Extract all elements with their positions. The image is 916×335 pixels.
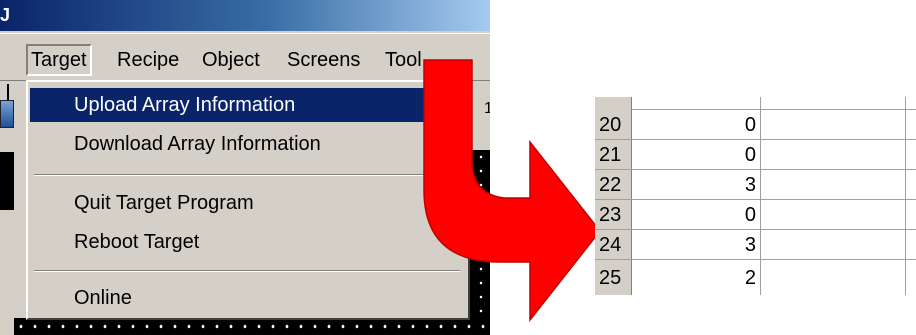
value-cell[interactable]: 3 — [633, 170, 761, 199]
menu-separator — [34, 174, 460, 176]
value-cell[interactable]: 2 — [633, 260, 761, 295]
empty-cell[interactable] — [761, 230, 906, 259]
grid-line — [905, 97, 906, 110]
row-number: 23 — [595, 200, 632, 229]
table-row: 22 3 — [595, 170, 916, 200]
toolbar-button-icon[interactable] — [0, 100, 14, 128]
screen-editor-canvas-bottom[interactable] — [14, 318, 490, 335]
row-number: 20 — [595, 110, 632, 139]
table-row: 20 0 — [595, 110, 916, 140]
grid-top-border — [595, 97, 916, 110]
value-cell[interactable]: 3 — [633, 230, 761, 259]
table-row: 25 2 — [595, 260, 916, 295]
row-header-partial — [595, 97, 632, 110]
array-spreadsheet: 20 0 21 0 22 3 23 0 24 3 25 2 — [595, 97, 916, 295]
menu-tools[interactable]: Tool — [382, 46, 425, 74]
menu-item-quit-target[interactable]: Quit Target Program — [30, 186, 466, 220]
menu-item-download-array[interactable]: Download Array Information — [30, 127, 466, 161]
value-cell[interactable]: 0 — [633, 110, 761, 139]
menu-item-reboot-target[interactable]: Reboot Target — [30, 225, 466, 259]
empty-cell[interactable] — [761, 200, 906, 229]
empty-cell[interactable] — [761, 260, 906, 295]
target-dropdown-menu: Upload Array Information Download Array … — [26, 80, 470, 320]
title-bar: J — [0, 0, 490, 31]
row-number: 24 — [595, 230, 632, 259]
empty-cell[interactable] — [761, 140, 906, 169]
menu-object[interactable]: Object — [199, 46, 263, 74]
menu-screens[interactable]: Screens — [284, 46, 363, 74]
row-number: 22 — [595, 170, 632, 199]
menu-separator — [34, 270, 460, 272]
empty-cell[interactable] — [761, 110, 906, 139]
value-cell[interactable]: 0 — [633, 140, 761, 169]
title-bar-fragment: J — [0, 5, 11, 25]
table-row: 21 0 — [595, 140, 916, 170]
row-number: 25 — [595, 260, 632, 295]
menu-target[interactable]: Target — [26, 44, 92, 76]
menu-item-online[interactable]: Online — [30, 281, 466, 315]
dark-panel — [0, 152, 14, 210]
table-row: 24 3 — [595, 230, 916, 260]
row-number: 21 — [595, 140, 632, 169]
grid-line — [760, 97, 761, 110]
empty-cell[interactable] — [761, 170, 906, 199]
menu-recipe[interactable]: Recipe — [114, 46, 182, 74]
value-cell[interactable]: 0 — [633, 200, 761, 229]
table-row: 23 0 — [595, 200, 916, 230]
menu-item-upload-array[interactable]: Upload Array Information — [30, 88, 466, 122]
toolbar-partial-label: 1 — [484, 100, 490, 117]
application-window: J Target Recipe Object Screens Tool 1 Up… — [0, 0, 490, 335]
menu-bar: Target Recipe Object Screens Tool — [0, 33, 490, 104]
